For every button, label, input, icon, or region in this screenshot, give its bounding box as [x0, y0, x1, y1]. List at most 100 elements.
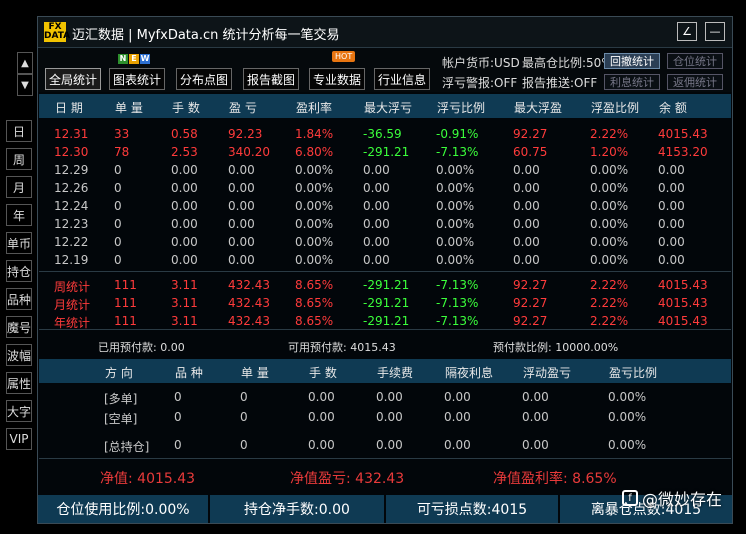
position-cell: 0 [174, 410, 182, 424]
position-cell: 0.00 [376, 438, 403, 452]
table-cell: 0.00 [228, 235, 255, 249]
tab-global-stats[interactable]: 全局统计 [45, 68, 101, 90]
table-cell: 0.58 [171, 127, 198, 141]
table-cell: 0.00% [590, 199, 629, 213]
table-cell: 4153.20 [658, 145, 708, 159]
table-cell: 2.22% [590, 127, 629, 141]
table-cell: 0.00 [658, 199, 685, 213]
float-loss-alarm[interactable]: 浮亏警报:OFF [442, 74, 517, 91]
position-cell: [总持仓] [104, 440, 150, 454]
tab-distribution-chart[interactable]: 分布点图 [176, 68, 232, 90]
sidebar-item-attributes[interactable]: 属性 [6, 372, 32, 394]
table-cell: 0.00 [513, 163, 540, 177]
table-cell: 0.00 [363, 199, 390, 213]
max-margin-ratio: 最高仓比例:50% [522, 56, 613, 70]
summary-cell: 111 [114, 314, 137, 328]
watermark: f @微妙存在 [622, 486, 722, 510]
table-cell: 0.00 [513, 235, 540, 249]
table-cell: 12.24 [54, 199, 89, 213]
tab-industry-info[interactable]: 行业信息 [374, 68, 430, 90]
scroll-down-arrow-icon[interactable]: ▼ [17, 74, 33, 96]
new-badge-letter: W [140, 54, 150, 64]
table-cell: 0.00 [658, 163, 685, 177]
divider [39, 271, 731, 272]
net-profit: 净值盈亏: 432.43 [290, 471, 405, 487]
positions-table-header: 方 向 品 种 单 量 手 数 手续费 隔夜利息 浮动盈亏 盈亏比例 [39, 359, 731, 383]
table-cell: -291.21 [363, 145, 410, 159]
sidebar-item-year[interactable]: 年 [6, 204, 32, 226]
drawdown-stats-button[interactable]: 回撤统计 [604, 53, 660, 69]
available-margin: 可用预付款: 4015.43 [288, 341, 396, 354]
margin-level: 预付款比例: 10000.00% [493, 341, 619, 354]
sidebar-item-vip[interactable]: VIP [6, 428, 32, 450]
table-cell: 0.00 [513, 217, 540, 231]
column-header: 品 种 [175, 366, 203, 380]
new-badge: N E W [118, 54, 150, 64]
table-cell: 12.23 [54, 217, 89, 231]
table-cell: 0.00 [228, 253, 255, 267]
column-header: 最大浮盈 [514, 101, 563, 115]
position-cell: 0.00 [444, 438, 471, 452]
sidebar-item-range[interactable]: 波幅 [6, 344, 32, 366]
divider [39, 458, 731, 459]
sidebar-item-positions[interactable]: 持仓 [6, 260, 32, 282]
edit-icon[interactable]: ∠ [677, 22, 697, 41]
toolbar: N E W HOT 全局统计 图表统计 分布点图 报告截图 专业数据 行业信息 … [38, 48, 732, 92]
table-cell: 1.20% [590, 145, 629, 159]
tab-pro-data[interactable]: 专业数据 [309, 68, 365, 90]
table-cell: 78 [114, 145, 130, 159]
table-cell: 12.31 [54, 127, 89, 141]
watermark-text: @微妙存在 [642, 490, 723, 509]
column-header: 浮亏比例 [437, 101, 486, 115]
table-cell: 0.00 [171, 181, 198, 195]
summary-cell: -291.21 [363, 278, 410, 292]
summary-cell: 周统计 [54, 280, 91, 294]
table-cell: 0.00% [436, 235, 475, 249]
table-cell: 0.00 [171, 235, 198, 249]
position-stats-button[interactable]: 仓位统计 [667, 53, 723, 69]
position-cell: 0 [174, 438, 182, 452]
table-cell: 0.00% [295, 163, 334, 177]
position-usage-ratio: 仓位使用比例:0.00% [38, 495, 208, 523]
sidebar-item-large-font[interactable]: 大字 [6, 400, 32, 422]
table-cell: 0 [114, 217, 122, 231]
table-cell: 0.00 [658, 217, 685, 231]
table-cell: 0.00 [171, 163, 198, 177]
summary-cell: 92.27 [513, 314, 548, 328]
table-cell: 0.00% [436, 199, 475, 213]
table-cell: 0.00 [228, 163, 255, 177]
sidebar-item-week[interactable]: 周 [6, 148, 32, 170]
table-cell: 0.00% [590, 181, 629, 195]
table-cell: 0.00 [171, 253, 198, 267]
position-cell: 0.00 [376, 410, 403, 424]
table-cell: 0.00% [295, 217, 334, 231]
summary-cell: 8.65% [295, 314, 334, 328]
table-cell: 0.00 [228, 199, 255, 213]
column-header: 方 向 [105, 366, 133, 380]
table-cell: 0.00 [228, 217, 255, 231]
table-cell: 0.00 [363, 253, 390, 267]
hot-badge: HOT [332, 51, 356, 62]
sidebar-item-single-currency[interactable]: 单币 [6, 232, 32, 254]
minimize-icon[interactable]: — [705, 22, 725, 41]
column-header: 盈 亏 [229, 101, 257, 115]
table-cell: 60.75 [513, 145, 548, 159]
position-cell: 0.00 [308, 438, 335, 452]
position-cell: 0.00 [522, 390, 549, 404]
position-cell: 0.00 [376, 390, 403, 404]
interest-stats-button[interactable]: 利息统计 [604, 74, 660, 90]
tab-chart-stats[interactable]: 图表统计 [109, 68, 165, 90]
table-cell: 1.84% [295, 127, 334, 141]
column-header: 隔夜利息 [445, 366, 494, 380]
table-cell: 0 [114, 181, 122, 195]
sidebar-item-magic[interactable]: 魔号 [6, 316, 32, 338]
sidebar-item-month[interactable]: 月 [6, 176, 32, 198]
position-cell: 0.00 [444, 390, 471, 404]
rebate-stats-button[interactable]: 返佣统计 [667, 74, 723, 90]
table-cell: 33 [114, 127, 130, 141]
report-push[interactable]: 报告推送:OFF [522, 74, 597, 91]
tab-report-screenshot[interactable]: 报告截图 [243, 68, 299, 90]
scroll-up-arrow-icon[interactable]: ▲ [17, 52, 33, 74]
sidebar-item-symbols[interactable]: 品种 [6, 288, 32, 310]
sidebar-item-day[interactable]: 日 [6, 120, 32, 142]
